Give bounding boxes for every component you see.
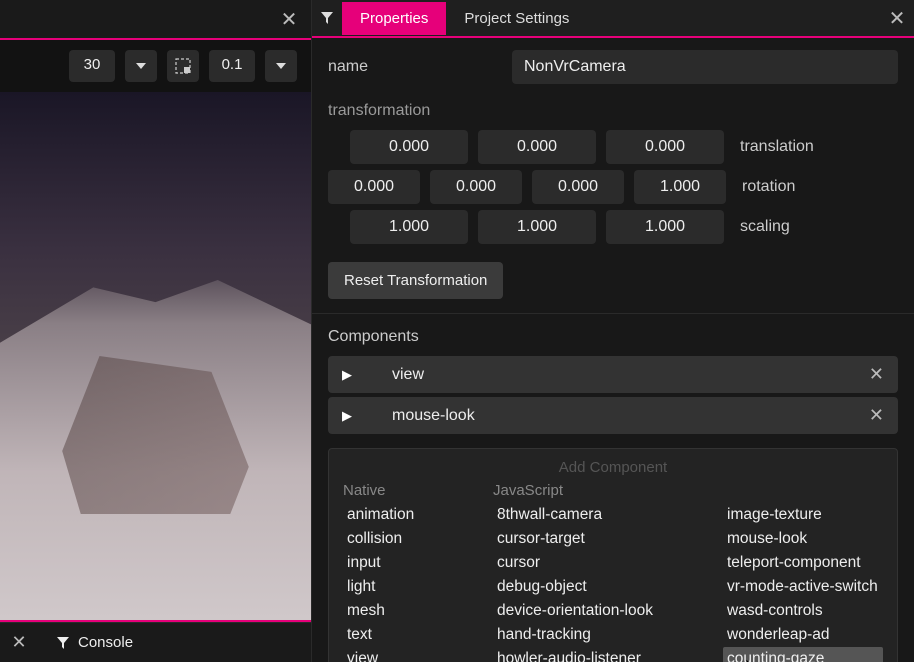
rotation-y[interactable]: 0.000	[430, 170, 522, 204]
picker-item[interactable]: hand-tracking	[493, 623, 693, 647]
picker-item[interactable]: animation	[343, 503, 463, 527]
name-input[interactable]: NonVrCamera	[512, 50, 898, 84]
tab-project-settings[interactable]: Project Settings	[446, 2, 587, 35]
picker-item[interactable]: vr-mode-active-switch	[723, 575, 883, 599]
picker-item[interactable]: wasd-controls	[723, 599, 883, 623]
console-tab[interactable]: Console	[42, 628, 147, 657]
picker-item[interactable]: counting-gaze	[723, 647, 883, 662]
rotation-x[interactable]: 0.000	[328, 170, 420, 204]
snap-input[interactable]: 0.1	[209, 50, 255, 82]
bounds-icon[interactable]	[167, 50, 199, 82]
translation-y[interactable]: 0.000	[478, 130, 596, 164]
chevron-down-icon[interactable]	[265, 50, 297, 82]
close-icon[interactable]: ✕	[4, 628, 34, 658]
picker-item[interactable]: device-orientation-look	[493, 599, 693, 623]
scaling-x[interactable]: 1.000	[350, 210, 468, 244]
picker-item[interactable]: debug-object	[493, 575, 693, 599]
expand-icon[interactable]: ▶	[338, 408, 356, 424]
translation-x[interactable]: 0.000	[350, 130, 468, 164]
left-panel: ✕ 30 0.1 ✕ Console	[0, 0, 312, 662]
properties-body: name NonVrCamera transformation 0.000 0.…	[312, 38, 914, 662]
component-name: mouse-look	[374, 407, 847, 425]
picker-item[interactable]: teleport-component	[723, 551, 883, 575]
picker-col-head: Native	[343, 482, 463, 499]
add-component-label: Add Component	[343, 459, 883, 476]
translation-suffix: translation	[740, 138, 814, 156]
picker-item[interactable]: text	[343, 623, 463, 647]
picker-item[interactable]: howler-audio-listener	[493, 647, 693, 662]
component-mouse-look[interactable]: ▶ mouse-look ✕	[328, 397, 898, 434]
bottom-bar: ✕ Console	[0, 622, 311, 662]
picker-col-js2: image-texturemouse-lookteleport-componen…	[723, 482, 883, 662]
name-label: name	[328, 58, 498, 76]
rotation-w[interactable]: 1.000	[634, 170, 726, 204]
picker-col-head: JavaScript	[493, 482, 693, 499]
picker-item[interactable]: cursor-target	[493, 527, 693, 551]
scaling-z[interactable]: 1.000	[606, 210, 724, 244]
filter-icon[interactable]	[312, 11, 342, 25]
scaling-y[interactable]: 1.000	[478, 210, 596, 244]
picker-item[interactable]: mesh	[343, 599, 463, 623]
picker-item[interactable]: image-texture	[723, 503, 883, 527]
viewport-toolbar: 30 0.1	[0, 40, 311, 92]
viewport-3d[interactable]	[0, 92, 311, 620]
component-name: view	[374, 366, 847, 384]
picker-item[interactable]: wonderleap-ad	[723, 623, 883, 647]
picker-col-head	[723, 482, 883, 499]
transformation-grid: 0.000 0.000 0.000 translation 0.000 0.00…	[312, 126, 914, 258]
rotation-suffix: rotation	[742, 178, 795, 196]
remove-component-icon[interactable]: ✕	[865, 405, 888, 426]
picker-item[interactable]: mouse-look	[723, 527, 883, 551]
filter-icon	[56, 636, 70, 650]
close-icon[interactable]: ✕	[880, 6, 914, 31]
chevron-down-icon[interactable]	[125, 50, 157, 82]
add-component-picker: Add Component Native animationcollisioni…	[328, 448, 898, 662]
scaling-suffix: scaling	[740, 218, 790, 236]
picker-item[interactable]: view	[343, 647, 463, 662]
transformation-label: transformation	[312, 92, 914, 126]
picker-item[interactable]: collision	[343, 527, 463, 551]
picker-item[interactable]: cursor	[493, 551, 693, 575]
translation-z[interactable]: 0.000	[606, 130, 724, 164]
tab-properties[interactable]: Properties	[342, 2, 446, 35]
rotation-z[interactable]: 0.000	[532, 170, 624, 204]
right-panel: Properties Project Settings ✕ name NonVr…	[312, 0, 914, 662]
picker-col-js1: JavaScript 8thwall-cameracursor-targetcu…	[493, 482, 693, 662]
component-view[interactable]: ▶ view ✕	[328, 356, 898, 393]
left-panel-top: ✕	[0, 0, 311, 38]
expand-icon[interactable]: ▶	[338, 367, 356, 383]
console-label: Console	[78, 634, 133, 651]
picker-item[interactable]: input	[343, 551, 463, 575]
components-label: Components	[312, 318, 914, 352]
remove-component-icon[interactable]: ✕	[865, 364, 888, 385]
close-icon[interactable]: ✕	[275, 5, 303, 33]
picker-item[interactable]: light	[343, 575, 463, 599]
reset-transformation-button[interactable]: Reset Transformation	[328, 262, 503, 299]
tab-bar: Properties Project Settings ✕	[312, 0, 914, 38]
picker-col-native: Native animationcollisioninputlightmesht…	[343, 482, 463, 662]
picker-item[interactable]: 8thwall-camera	[493, 503, 693, 527]
grid-size-input[interactable]: 30	[69, 50, 115, 82]
